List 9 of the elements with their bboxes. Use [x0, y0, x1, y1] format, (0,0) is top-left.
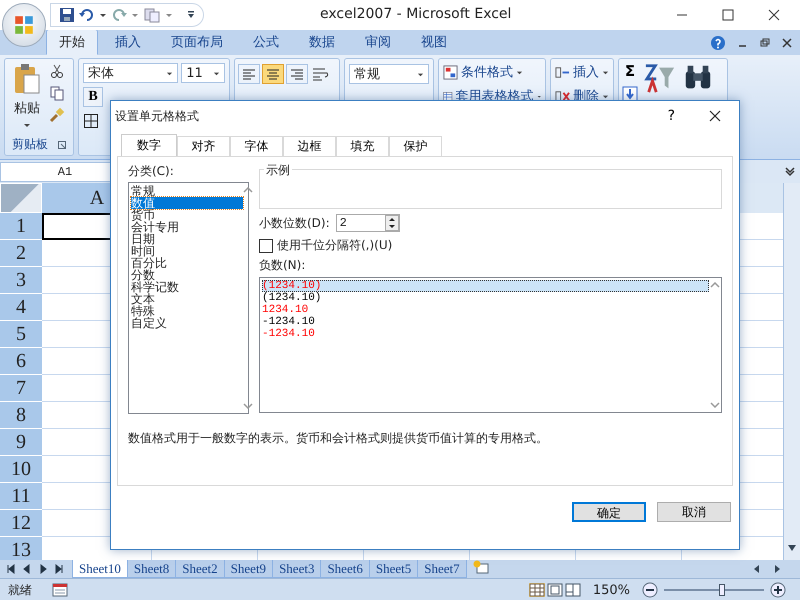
description-text: 数值格式用于一般数字的表示。货币和会计格式则提供货币值计算的专用格式。 [128, 430, 549, 447]
group-label: 剪贴板 [12, 136, 48, 153]
decimal-places-label: 小数位数(D): [259, 214, 330, 232]
category-label: 分类(C): [128, 163, 175, 180]
sample-label: 示例 [264, 162, 292, 179]
negative-numbers-label: 负数(N): [259, 257, 306, 274]
window-title: excel2007 - Microsoft Excel [320, 6, 512, 22]
dialog-title: 设置单元格格式 [115, 108, 199, 124]
status-text: 就绪 [7, 582, 33, 598]
